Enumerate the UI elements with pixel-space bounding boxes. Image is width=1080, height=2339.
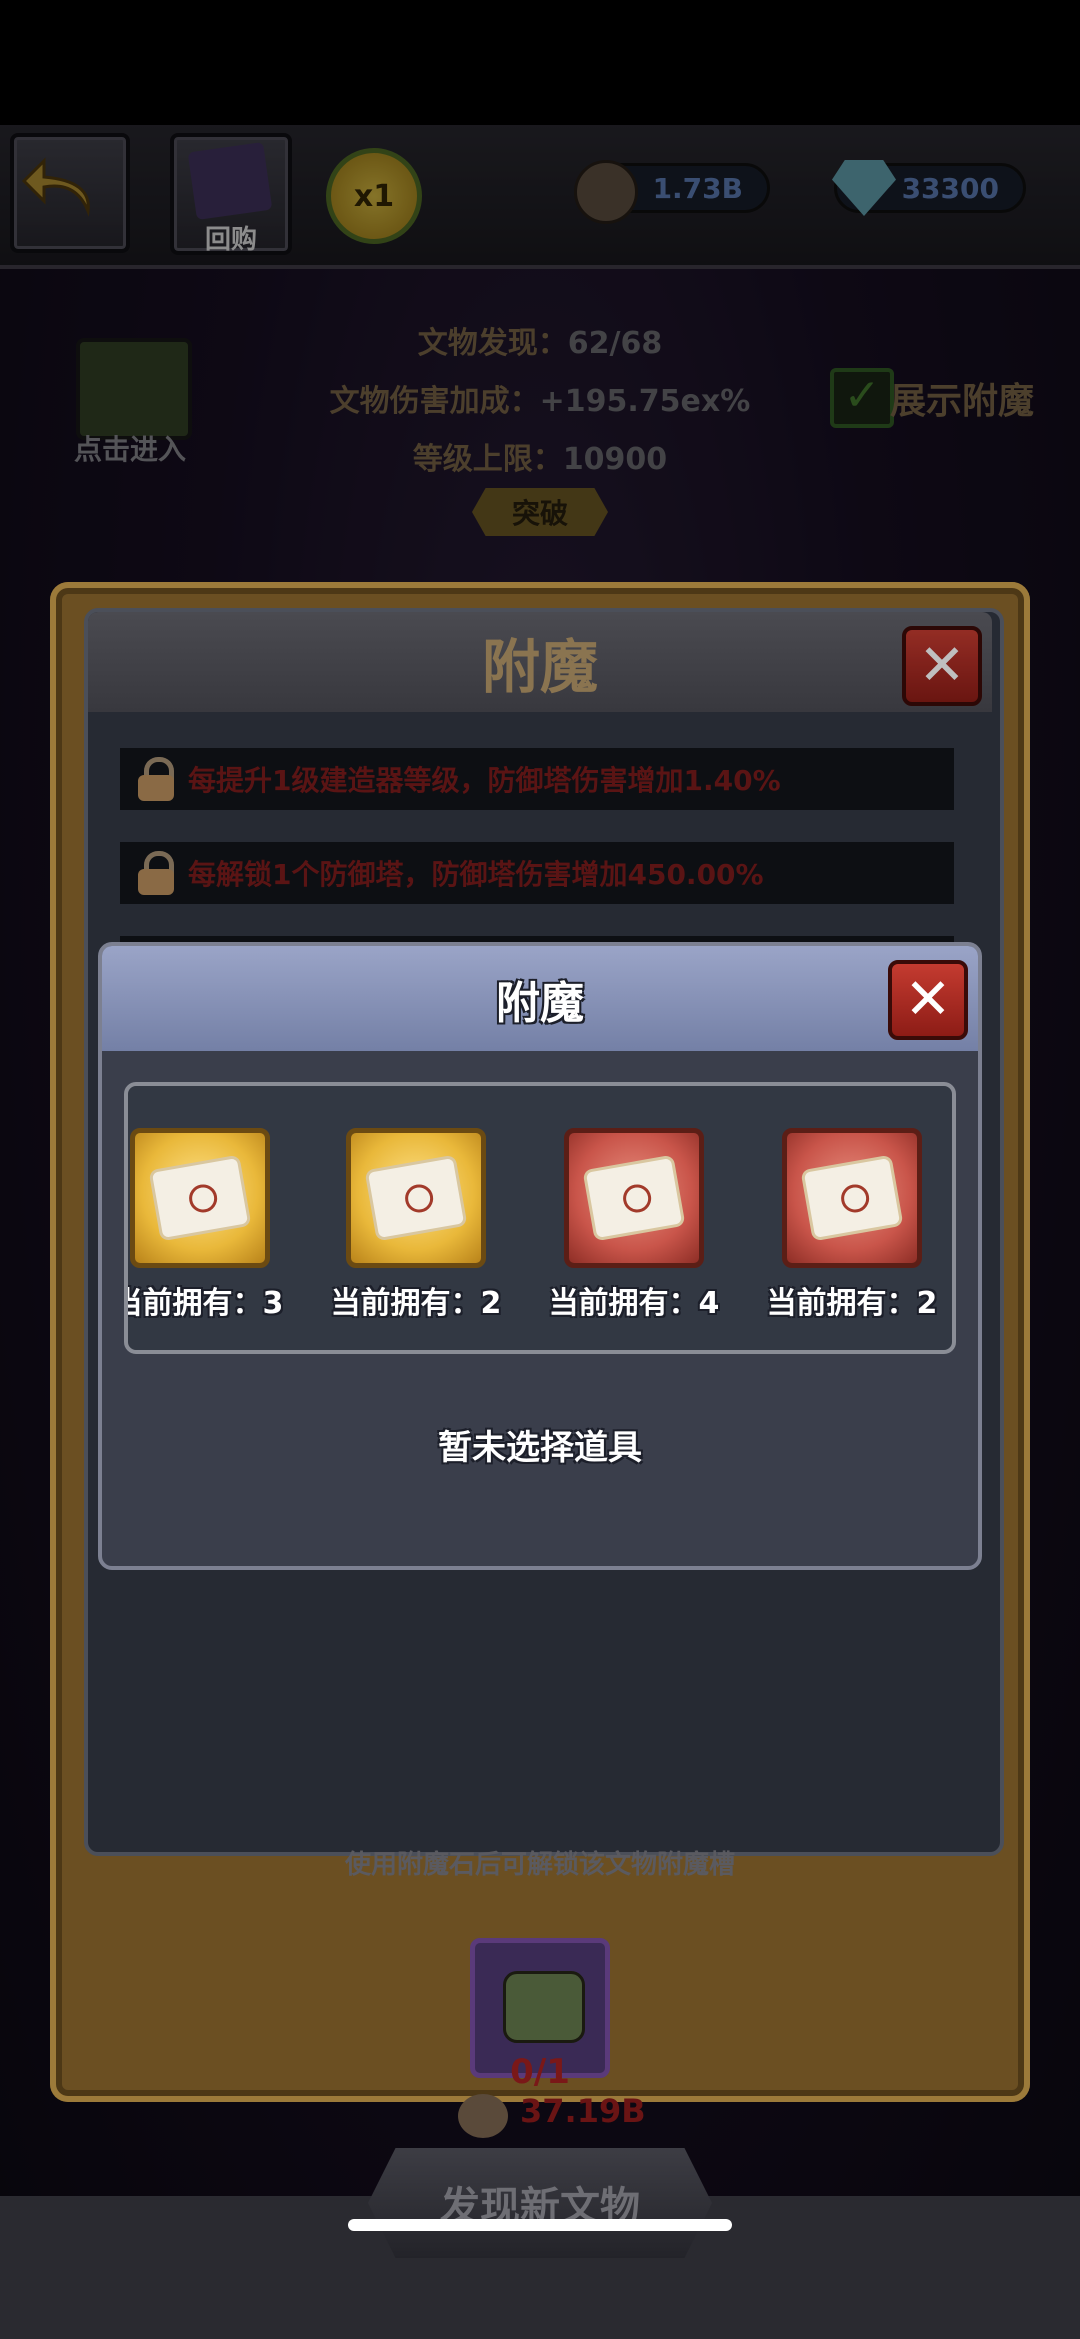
locked-enchant-text: 每提升1级建造器等级，防御塔伤害增加1.40% [188, 764, 781, 797]
lock-icon [136, 851, 176, 895]
enchant-scroll-item[interactable] [564, 1128, 704, 1268]
close-icon: ✕ [918, 633, 966, 698]
enchant-hint-text: 使用附魔石后可解锁该文物附魔槽 [344, 1850, 735, 1880]
enchant-cost: 37.19B [520, 2092, 646, 2130]
item-owned-count: 当前拥有：4 [548, 1286, 720, 1321]
enchant-scroll-item[interactable] [782, 1128, 922, 1268]
item-owned-count: 当前拥有：2 [766, 1286, 938, 1321]
inner-close-button[interactable]: ✕ [888, 960, 968, 1040]
gold-bag-icon [458, 2094, 508, 2138]
empty-selection-text: 暂未选择道具 [438, 1428, 642, 1468]
close-icon: ✕ [904, 967, 952, 1032]
anvil-icon [503, 1971, 585, 2043]
outer-close-button[interactable]: ✕ [902, 626, 982, 706]
locked-enchant-row: 每解锁1个防御塔，防御塔伤害增加450.00% [120, 842, 954, 904]
slot-progress: 0/1 [510, 2052, 570, 2092]
item-owned-count: 当前拥有：3 [124, 1286, 284, 1321]
enchant-scroll-icon [151, 1158, 249, 1238]
locked-enchant-row: 每提升1级建造器等级，防御塔伤害增加1.40% [120, 748, 954, 810]
enchant-scroll-item[interactable] [130, 1128, 270, 1268]
home-indicator [348, 2219, 732, 2231]
item-scroll-list[interactable]: 当前拥有：3 当前拥有：2 当前拥有：4 当前拥有：2 [124, 1082, 956, 1354]
locked-enchant-text: 每解锁1个防御塔，防御塔伤害增加450.00% [188, 858, 764, 891]
enchant-scroll-icon [803, 1158, 901, 1238]
enchant-scroll-icon [585, 1158, 683, 1238]
discover-new-relic-button[interactable]: 发现新文物 [368, 2148, 712, 2258]
inner-modal-title: 附魔 [496, 977, 584, 1029]
enchant-scroll-icon [367, 1158, 465, 1238]
outer-modal-title: 附魔 [481, 633, 598, 701]
lock-icon [136, 757, 176, 801]
enchant-scroll-item[interactable] [346, 1128, 486, 1268]
item-owned-count: 当前拥有：2 [330, 1286, 502, 1321]
